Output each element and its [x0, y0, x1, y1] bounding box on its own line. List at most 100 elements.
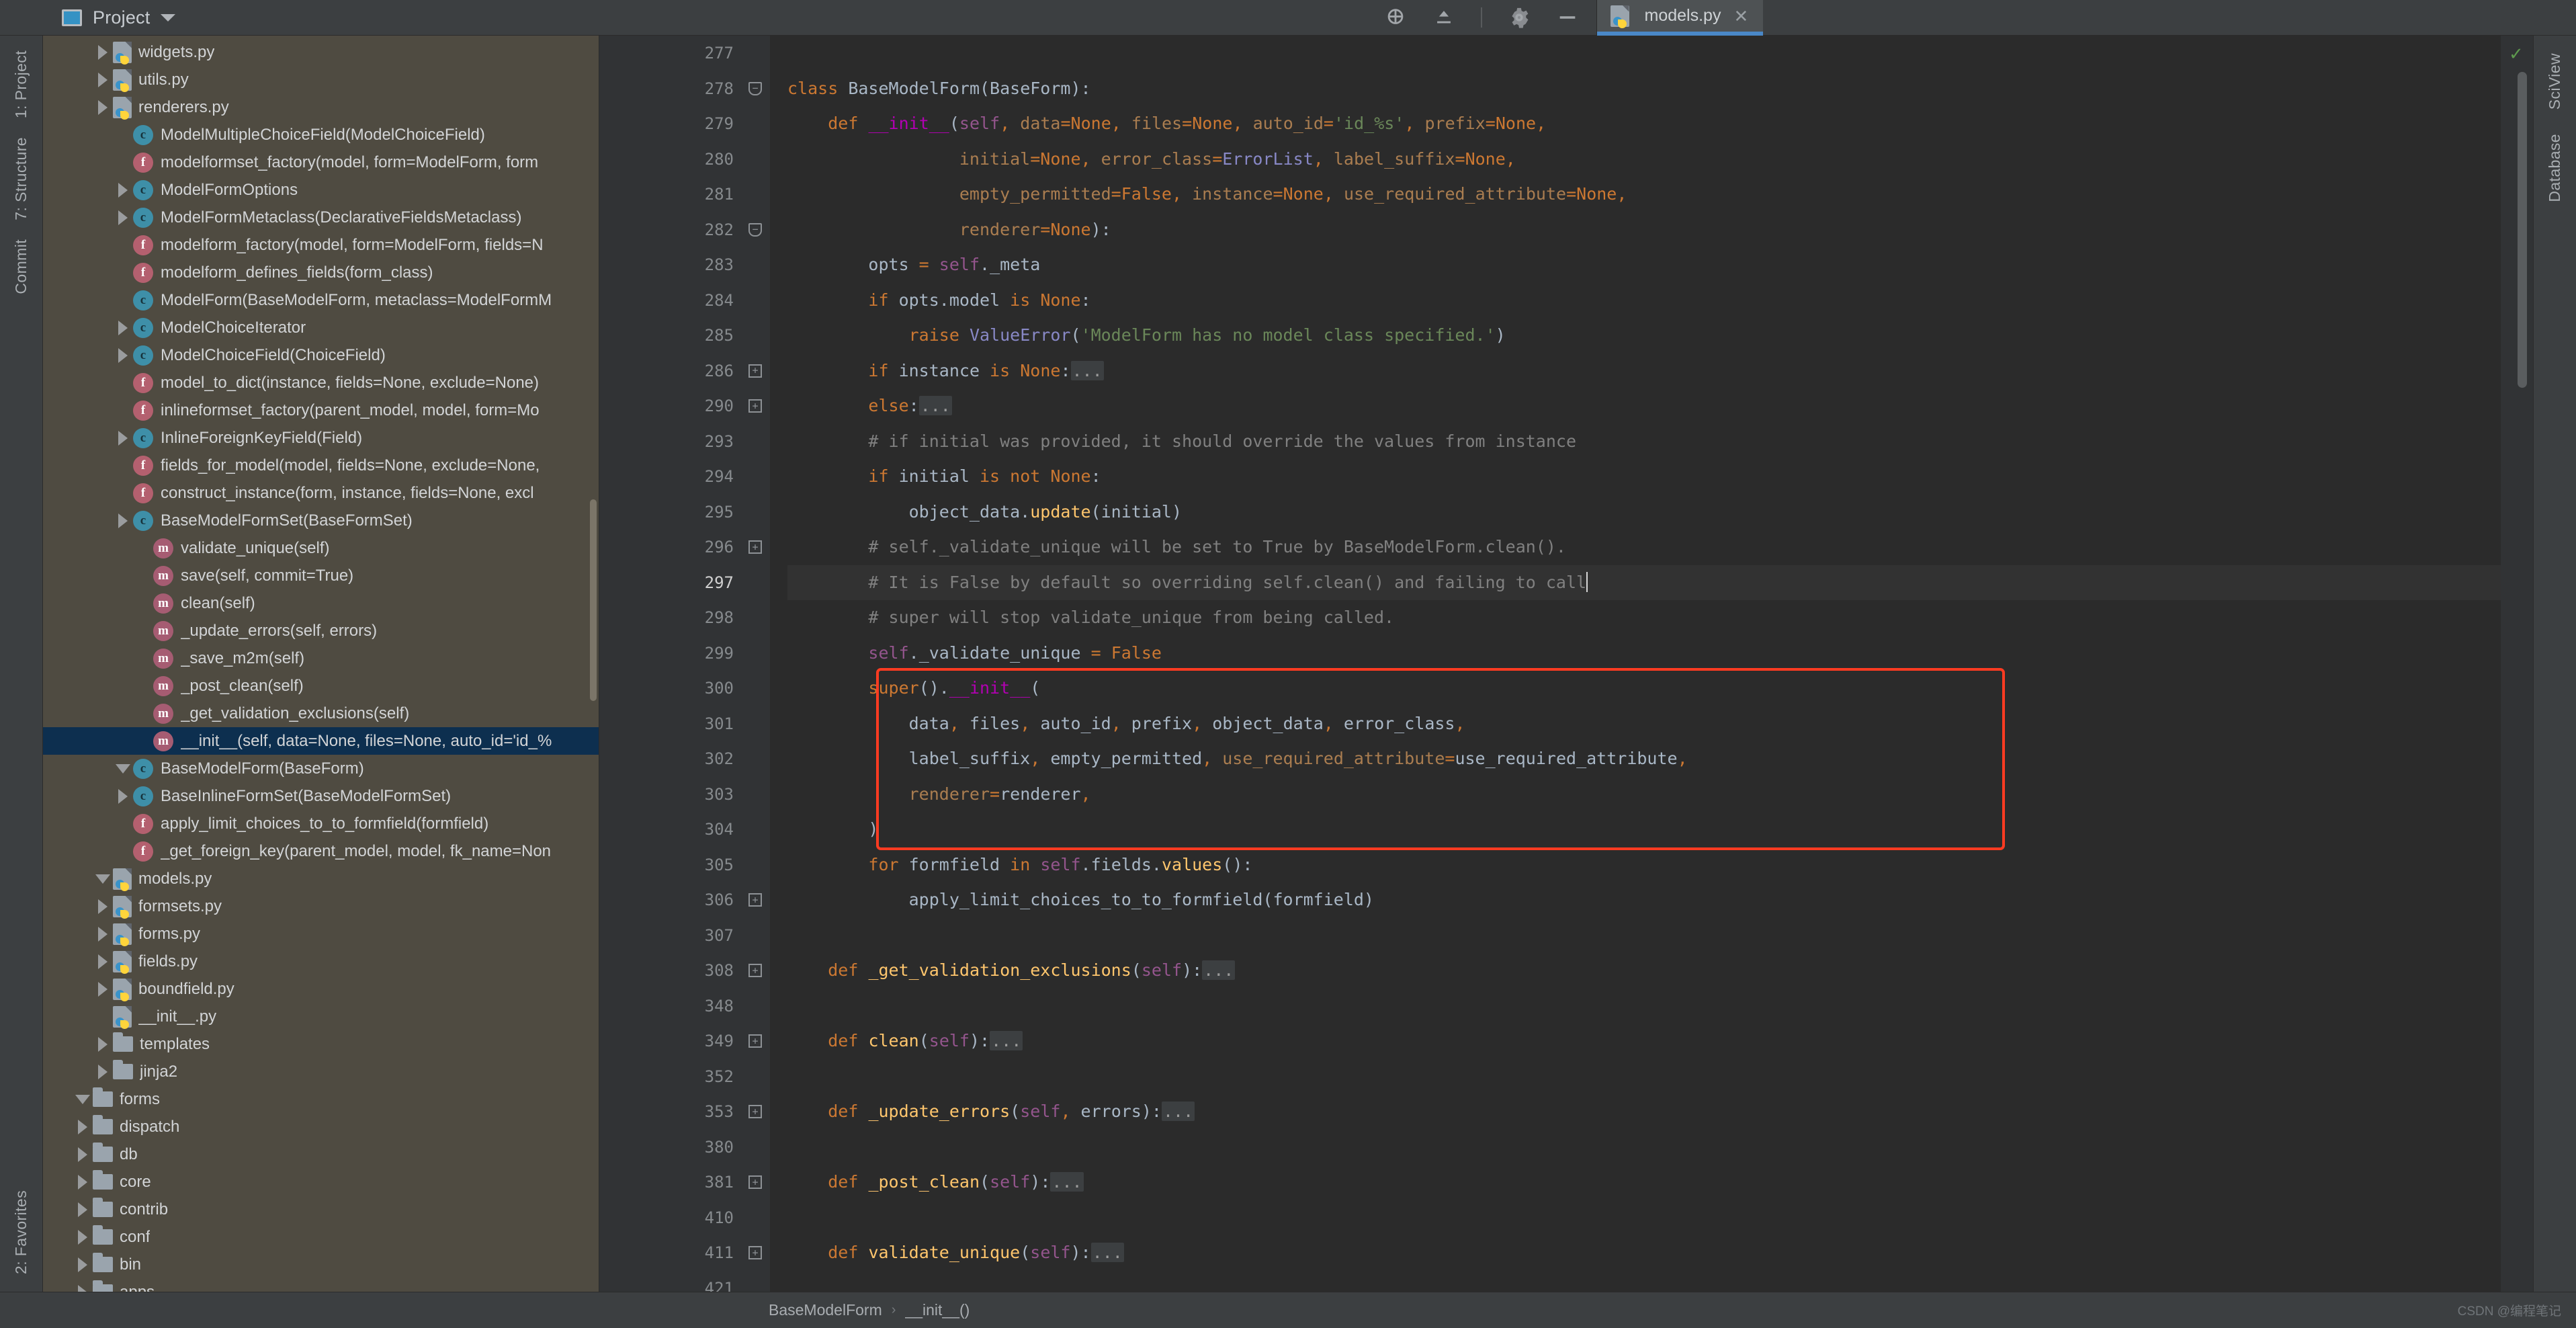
line-number-gutter[interactable]: 277278↓279↓28028128228328428528629029329…: [599, 36, 740, 1292]
line-number[interactable]: 300: [599, 671, 740, 706]
chevron-right-icon[interactable]: [73, 1285, 93, 1292]
tree-row[interactable]: conf: [43, 1223, 599, 1251]
tree-row[interactable]: m__init__(self, data=None, files=None, a…: [43, 727, 599, 755]
code-line[interactable]: label_suffix, empty_permitted, use_requi…: [787, 741, 2501, 777]
tree-row[interactable]: ffields_for_model(model, fields=None, ex…: [43, 452, 599, 479]
code-line[interactable]: empty_permitted=False, instance=None, us…: [787, 177, 2501, 212]
project-tree[interactable]: widgets.pyutils.pyrenderers.pycModelMult…: [43, 36, 599, 1292]
line-number[interactable]: 278↓: [599, 71, 740, 107]
code-line[interactable]: if opts.model is None:: [787, 283, 2501, 319]
code-line[interactable]: initial=None, error_class=ErrorList, lab…: [787, 142, 2501, 177]
line-number[interactable]: 277: [599, 36, 740, 71]
fold-expand-icon[interactable]: +: [748, 964, 762, 977]
fold-collapse-icon[interactable]: −: [748, 223, 762, 237]
tab-models-py[interactable]: models.py ✕: [1597, 0, 1764, 36]
chevron-right-icon[interactable]: [73, 1147, 93, 1162]
code-line[interactable]: def _get_validation_exclusions(self):...: [787, 953, 2501, 989]
code-line[interactable]: renderer=renderer,: [787, 777, 2501, 813]
line-number[interactable]: 294: [599, 459, 740, 495]
code-text[interactable]: class BaseModelForm(BaseForm): def __ini…: [770, 36, 2501, 1292]
chevron-right-icon[interactable]: [73, 1175, 93, 1190]
tree-scrollbar[interactable]: [590, 499, 597, 701]
tree-row[interactable]: fmodelform_factory(model, form=ModelForm…: [43, 231, 599, 259]
chevron-right-icon[interactable]: [93, 982, 113, 997]
code-line[interactable]: [787, 1130, 2501, 1165]
chevron-right-icon[interactable]: [113, 183, 133, 198]
fold-expand-icon[interactable]: +: [748, 364, 762, 378]
chevron-right-icon[interactable]: [93, 954, 113, 969]
tree-row[interactable]: fmodel_to_dict(instance, fields=None, ex…: [43, 369, 599, 397]
fold-expand-icon[interactable]: +: [748, 893, 762, 907]
chevron-right-icon[interactable]: [73, 1120, 93, 1134]
chevron-right-icon[interactable]: [113, 513, 133, 528]
tree-row[interactable]: f_get_foreign_key(parent_model, model, f…: [43, 837, 599, 865]
tree-row[interactable]: cModelFormOptions: [43, 176, 599, 204]
code-line[interactable]: def validate_unique(self):...: [787, 1235, 2501, 1271]
line-number[interactable]: 298: [599, 600, 740, 636]
code-line[interactable]: def _post_clean(self):...: [787, 1165, 2501, 1200]
tree-row[interactable]: fconstruct_instance(form, instance, fiel…: [43, 479, 599, 507]
tree-row[interactable]: forms: [43, 1085, 599, 1113]
code-line[interactable]: raise ValueError('ModelForm has no model…: [787, 318, 2501, 354]
chevron-right-icon[interactable]: [113, 210, 133, 225]
tree-row[interactable]: cInlineForeignKeyField(Field): [43, 424, 599, 452]
line-number[interactable]: 285: [599, 318, 740, 354]
chevron-right-icon[interactable]: [93, 899, 113, 914]
code-line[interactable]: self._validate_unique = False: [787, 636, 2501, 671]
code-line[interactable]: apply_limit_choices_to_to_formfield(form…: [787, 882, 2501, 918]
line-number[interactable]: 299: [599, 636, 740, 671]
tool-button-favorites[interactable]: 2: Favorites: [12, 1182, 30, 1282]
chevron-right-icon[interactable]: [93, 1037, 113, 1052]
chevron-right-icon[interactable]: [73, 1202, 93, 1217]
chevron-right-icon[interactable]: [113, 789, 133, 804]
line-number[interactable]: 293: [599, 424, 740, 460]
chevron-right-icon[interactable]: [73, 1257, 93, 1272]
chevron-right-icon[interactable]: [93, 927, 113, 942]
code-line[interactable]: # super will stop validate_unique from b…: [787, 600, 2501, 636]
fold-expand-icon[interactable]: +: [748, 399, 762, 413]
chevron-right-icon[interactable]: [93, 73, 113, 87]
tree-row[interactable]: m_update_errors(self, errors): [43, 617, 599, 645]
tree-row[interactable]: db: [43, 1140, 599, 1168]
code-line[interactable]: # self._validate_unique will be set to T…: [787, 530, 2501, 565]
line-number[interactable]: 281: [599, 177, 740, 212]
settings-gear-icon[interactable]: [1508, 6, 1531, 29]
line-number[interactable]: 283: [599, 247, 740, 283]
line-number[interactable]: 290: [599, 388, 740, 424]
fold-expand-icon[interactable]: +: [748, 1105, 762, 1118]
fold-expand-icon[interactable]: +: [748, 540, 762, 554]
tree-row[interactable]: cModelFormMetaclass(DeclarativeFieldsMet…: [43, 204, 599, 231]
chevron-right-icon[interactable]: [73, 1230, 93, 1245]
line-number[interactable]: 352: [599, 1059, 740, 1095]
tool-button-structure[interactable]: 7: Structure: [12, 129, 30, 229]
tree-row[interactable]: utils.py: [43, 66, 599, 93]
code-line[interactable]: object_data.update(initial): [787, 495, 2501, 530]
tree-row[interactable]: fapply_limit_choices_to_to_formfield(for…: [43, 810, 599, 837]
tree-row[interactable]: __init__.py: [43, 1003, 599, 1030]
hide-panel-icon[interactable]: [1556, 6, 1579, 29]
breadcrumb-method[interactable]: __init__(): [905, 1301, 970, 1319]
code-line[interactable]: [787, 1271, 2501, 1292]
tree-row[interactable]: cBaseInlineFormSet(BaseModelFormSet): [43, 782, 599, 810]
code-line[interactable]: [787, 1059, 2501, 1095]
tree-row[interactable]: cBaseModelForm(BaseForm): [43, 755, 599, 782]
code-line[interactable]: [787, 918, 2501, 954]
tree-row[interactable]: m_get_validation_exclusions(self): [43, 700, 599, 727]
line-number[interactable]: 302: [599, 741, 740, 777]
error-stripe[interactable]: ✓: [2501, 36, 2533, 1292]
tree-row[interactable]: models.py: [43, 865, 599, 893]
line-number[interactable]: 301: [599, 706, 740, 742]
code-line[interactable]: class BaseModelForm(BaseForm):: [787, 71, 2501, 107]
tree-row[interactable]: boundfield.py: [43, 975, 599, 1003]
line-number[interactable]: 348: [599, 989, 740, 1024]
tree-row[interactable]: cModelChoiceField(ChoiceField): [43, 341, 599, 369]
code-line[interactable]: data, files, auto_id, prefix, object_dat…: [787, 706, 2501, 742]
tree-row[interactable]: formsets.py: [43, 893, 599, 920]
code-line[interactable]: ): [787, 812, 2501, 847]
tree-row[interactable]: mclean(self): [43, 589, 599, 617]
tree-row[interactable]: cModelMultipleChoiceField(ModelChoiceFie…: [43, 121, 599, 149]
tool-button-database[interactable]: Database: [2546, 126, 2564, 210]
code-line[interactable]: [787, 1200, 2501, 1236]
tree-row[interactable]: cBaseModelFormSet(BaseFormSet): [43, 507, 599, 534]
collapse-all-icon[interactable]: [1432, 6, 1455, 29]
